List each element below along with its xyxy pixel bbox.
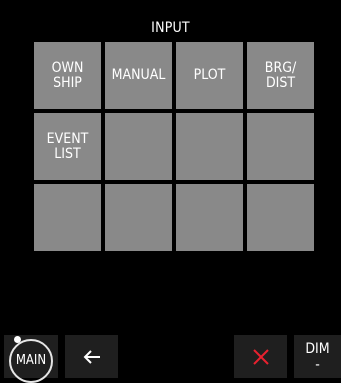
main-dial-ring: MAIN [9, 335, 53, 383]
main-label: MAIN [15, 353, 47, 368]
status-dot-icon [14, 335, 21, 343]
page-title: INPUT [151, 20, 190, 36]
manual-button[interactable]: MANUAL [105, 42, 172, 109]
close-icon [252, 348, 269, 365]
left-arrow-icon [83, 349, 100, 364]
dim-button[interactable]: DIM - [294, 335, 341, 378]
empty-grid-button[interactable] [105, 184, 172, 251]
cancel-button[interactable] [234, 335, 287, 378]
empty-grid-button[interactable] [34, 184, 101, 251]
main-button[interactable]: MAIN [4, 335, 58, 383]
event-list-button[interactable]: EVENT LIST [34, 113, 101, 180]
menu-grid: OWN SHIP MANUAL PLOT BRG/ DIST EVENT LIS… [34, 42, 316, 251]
back-button[interactable] [65, 335, 118, 378]
brg-dist-button[interactable]: BRG/ DIST [247, 42, 314, 109]
plot-button[interactable]: PLOT [176, 42, 243, 109]
empty-grid-button[interactable] [247, 113, 314, 180]
dim-minus-label: - [315, 356, 320, 373]
empty-grid-button[interactable] [247, 184, 314, 251]
empty-grid-button[interactable] [176, 184, 243, 251]
dim-label: DIM [305, 340, 330, 357]
empty-grid-button[interactable] [105, 113, 172, 180]
own-ship-button[interactable]: OWN SHIP [34, 42, 101, 109]
empty-grid-button[interactable] [176, 113, 243, 180]
